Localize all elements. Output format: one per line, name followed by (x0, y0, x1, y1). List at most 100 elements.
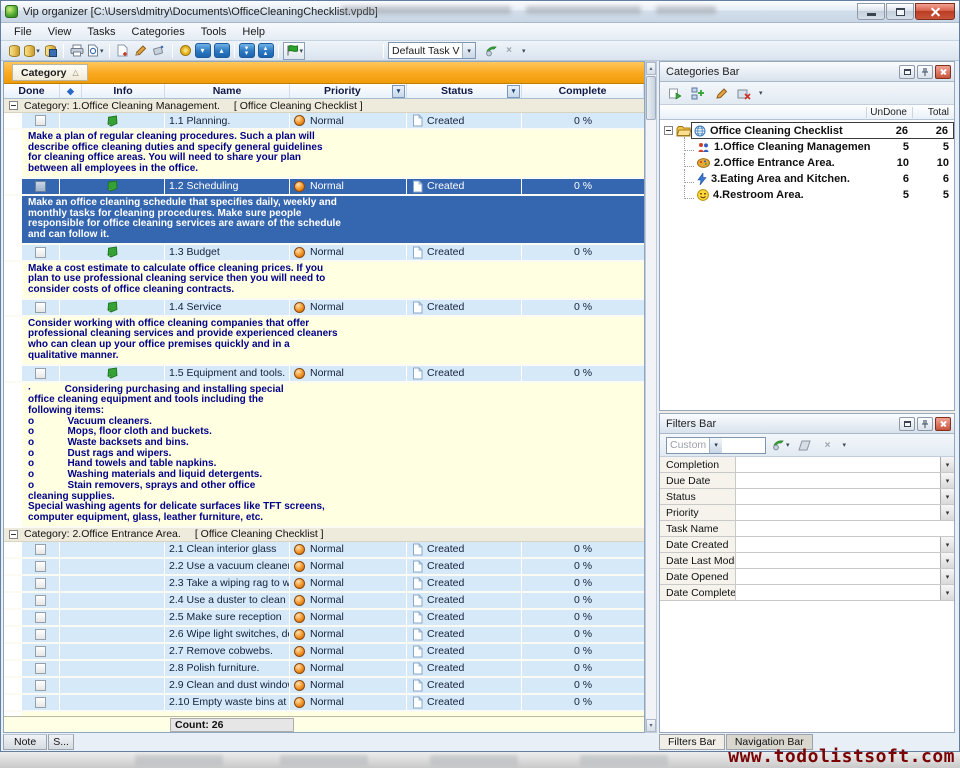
task-row[interactable]: 1.2 SchedulingNormalCreated0 % (4, 179, 644, 196)
filter-preset-dropdown-button[interactable]: ▾ (709, 438, 722, 453)
done-checkbox[interactable] (35, 680, 46, 691)
attachment-column-header[interactable]: ◆ (60, 84, 82, 98)
task-row[interactable]: 2.2 Use a vacuum cleaner toNormalCreated… (4, 559, 644, 576)
done-checkbox[interactable] (35, 247, 46, 258)
task-row[interactable]: 2.1 Clean interior glassNormalCreated0 % (4, 542, 644, 559)
menu-categories[interactable]: Categories (125, 25, 192, 39)
filter-value-field[interactable] (736, 553, 940, 568)
new-database-button[interactable] (5, 42, 23, 60)
task-view-select[interactable]: Default Task V ▾ (388, 42, 476, 59)
task-row[interactable]: 1.3 BudgetNormalCreated0 % (4, 245, 644, 262)
collapse-expander-icon[interactable] (664, 126, 673, 135)
done-checkbox[interactable] (35, 302, 46, 313)
filter-value-field[interactable] (736, 569, 940, 584)
restore-button[interactable] (886, 3, 914, 20)
filters-toolbar-overflow-icon[interactable]: ▾ (843, 441, 847, 449)
task-row[interactable]: 2.5 Make sure receptionNormalCreated0 % (4, 610, 644, 627)
done-checkbox[interactable] (35, 646, 46, 657)
delete-task-button[interactable] (150, 42, 168, 60)
apply-view-button[interactable] (482, 42, 500, 60)
done-checkbox[interactable] (35, 544, 46, 555)
filter-value-field[interactable] (736, 521, 954, 536)
scroll-down-button[interactable]: ▾ (646, 719, 656, 732)
column-header-status[interactable]: Status ▾ (407, 84, 522, 98)
apply-filter-button[interactable]: ▾ (771, 436, 791, 454)
print-preview-button[interactable]: ▾ (86, 42, 105, 60)
category-tree-item[interactable]: 2.Office Entrance Area.1010 (660, 155, 954, 171)
filter-dropdown-button[interactable]: ▾ (940, 569, 954, 584)
save-database-button[interactable] (41, 42, 59, 60)
menu-help[interactable]: Help (235, 25, 272, 39)
delete-filter-button[interactable]: × (819, 436, 837, 454)
filter-dropdown-button[interactable]: ▾ (940, 585, 954, 600)
complete-task-button[interactable] (177, 42, 195, 60)
checklist-root-row[interactable]: Office Cleaning Checklist2626 (660, 122, 954, 139)
task-row[interactable]: 1.4 ServiceNormalCreated0 % (4, 300, 644, 317)
column-header-undone[interactable]: UnDone (866, 107, 912, 118)
new-category-button[interactable] (689, 84, 707, 102)
title-bar[interactable]: Vip organizer [C:\Users\dmitry\Documents… (1, 1, 959, 23)
category-tree-item[interactable]: 3.Eating Area and Kitchen.66 (660, 171, 954, 187)
scroll-thumb[interactable] (646, 76, 656, 120)
filter-dropdown-button[interactable]: ▾ (940, 489, 954, 504)
done-checkbox[interactable] (35, 181, 46, 192)
done-checkbox[interactable] (35, 663, 46, 674)
done-checkbox[interactable] (35, 578, 46, 589)
move-up-button[interactable]: ▴ (214, 43, 230, 58)
panel-close-button[interactable] (935, 417, 951, 431)
task-row[interactable]: 2.3 Take a wiping rag to washNormalCreat… (4, 576, 644, 593)
column-header-name[interactable]: Name (165, 84, 290, 98)
edit-category-button[interactable] (712, 84, 730, 102)
toolbar-overflow-icon[interactable]: ▾ (522, 47, 526, 55)
edit-task-button[interactable] (132, 42, 150, 60)
panel-close-button[interactable] (935, 65, 951, 79)
delete-category-button[interactable] (735, 84, 753, 102)
categories-toolbar-overflow-icon[interactable]: ▾ (759, 89, 763, 97)
priority-filter-button[interactable]: ▾ (392, 85, 405, 98)
task-row[interactable]: 2.4 Use a duster to cleanNormalCreated0 … (4, 593, 644, 610)
filter-dropdown-button[interactable]: ▾ (940, 553, 954, 568)
category-tree-item[interactable]: 1.Office Cleaning Management.55 (660, 139, 954, 155)
filter-preset-select[interactable]: Custom ▾ (666, 437, 766, 454)
categories-bar-header[interactable]: Categories Bar (660, 62, 954, 82)
new-checklist-button[interactable] (666, 84, 684, 102)
task-row[interactable]: 2.10 Empty waste bins at theNormalCreate… (4, 695, 644, 712)
filter-dropdown-button[interactable]: ▾ (940, 505, 954, 520)
task-view-dropdown-button[interactable]: ▾ (462, 43, 475, 58)
new-task-button[interactable] (114, 42, 132, 60)
close-button[interactable] (915, 3, 955, 20)
view-flag-button[interactable]: ▾ (283, 42, 306, 60)
move-down-button[interactable]: ▾ (195, 43, 211, 58)
filters-bar-header[interactable]: Filters Bar (660, 414, 954, 434)
task-row[interactable]: 1.5 Equipment and tools.NormalCreated0 % (4, 366, 644, 383)
tab-filters-bar[interactable]: Filters Bar (659, 734, 725, 750)
done-checkbox[interactable] (35, 595, 46, 606)
panel-restore-button[interactable] (899, 417, 915, 431)
grid-vertical-scrollbar[interactable]: ▴ ▾ (645, 61, 657, 733)
category-tree-item[interactable]: 4.Restroom Area.55 (660, 187, 954, 203)
filter-value-field[interactable] (736, 489, 940, 504)
done-checkbox[interactable] (35, 612, 46, 623)
menu-view[interactable]: View (41, 25, 79, 39)
column-header-complete[interactable]: Complete (522, 84, 644, 98)
column-header-total[interactable]: Total (912, 107, 954, 118)
category-group-row[interactable]: Category: 2.Office Entrance Area.[ Offic… (4, 528, 644, 542)
tab-s[interactable]: S... (48, 734, 74, 750)
column-header-priority[interactable]: Priority ▾ (290, 84, 407, 98)
open-database-button[interactable]: ▾ (23, 42, 41, 60)
tab-note[interactable]: Note (3, 734, 47, 750)
filter-dropdown-button[interactable]: ▾ (940, 457, 954, 472)
menu-tasks[interactable]: Tasks (80, 25, 122, 39)
column-header-info[interactable]: Info (82, 84, 165, 98)
collapse-expander-icon[interactable] (9, 530, 18, 539)
done-checkbox[interactable] (35, 368, 46, 379)
task-row[interactable]: 2.8 Polish furniture.NormalCreated0 % (4, 661, 644, 678)
menu-tools[interactable]: Tools (194, 25, 234, 39)
clear-filter-button[interactable] (796, 436, 814, 454)
done-checkbox[interactable] (35, 697, 46, 708)
done-checkbox[interactable] (35, 115, 46, 126)
filter-value-field[interactable] (736, 537, 940, 552)
panel-restore-button[interactable] (899, 65, 915, 79)
status-filter-button[interactable]: ▾ (507, 85, 520, 98)
move-to-bottom-button[interactable]: ▾▾ (239, 43, 255, 58)
